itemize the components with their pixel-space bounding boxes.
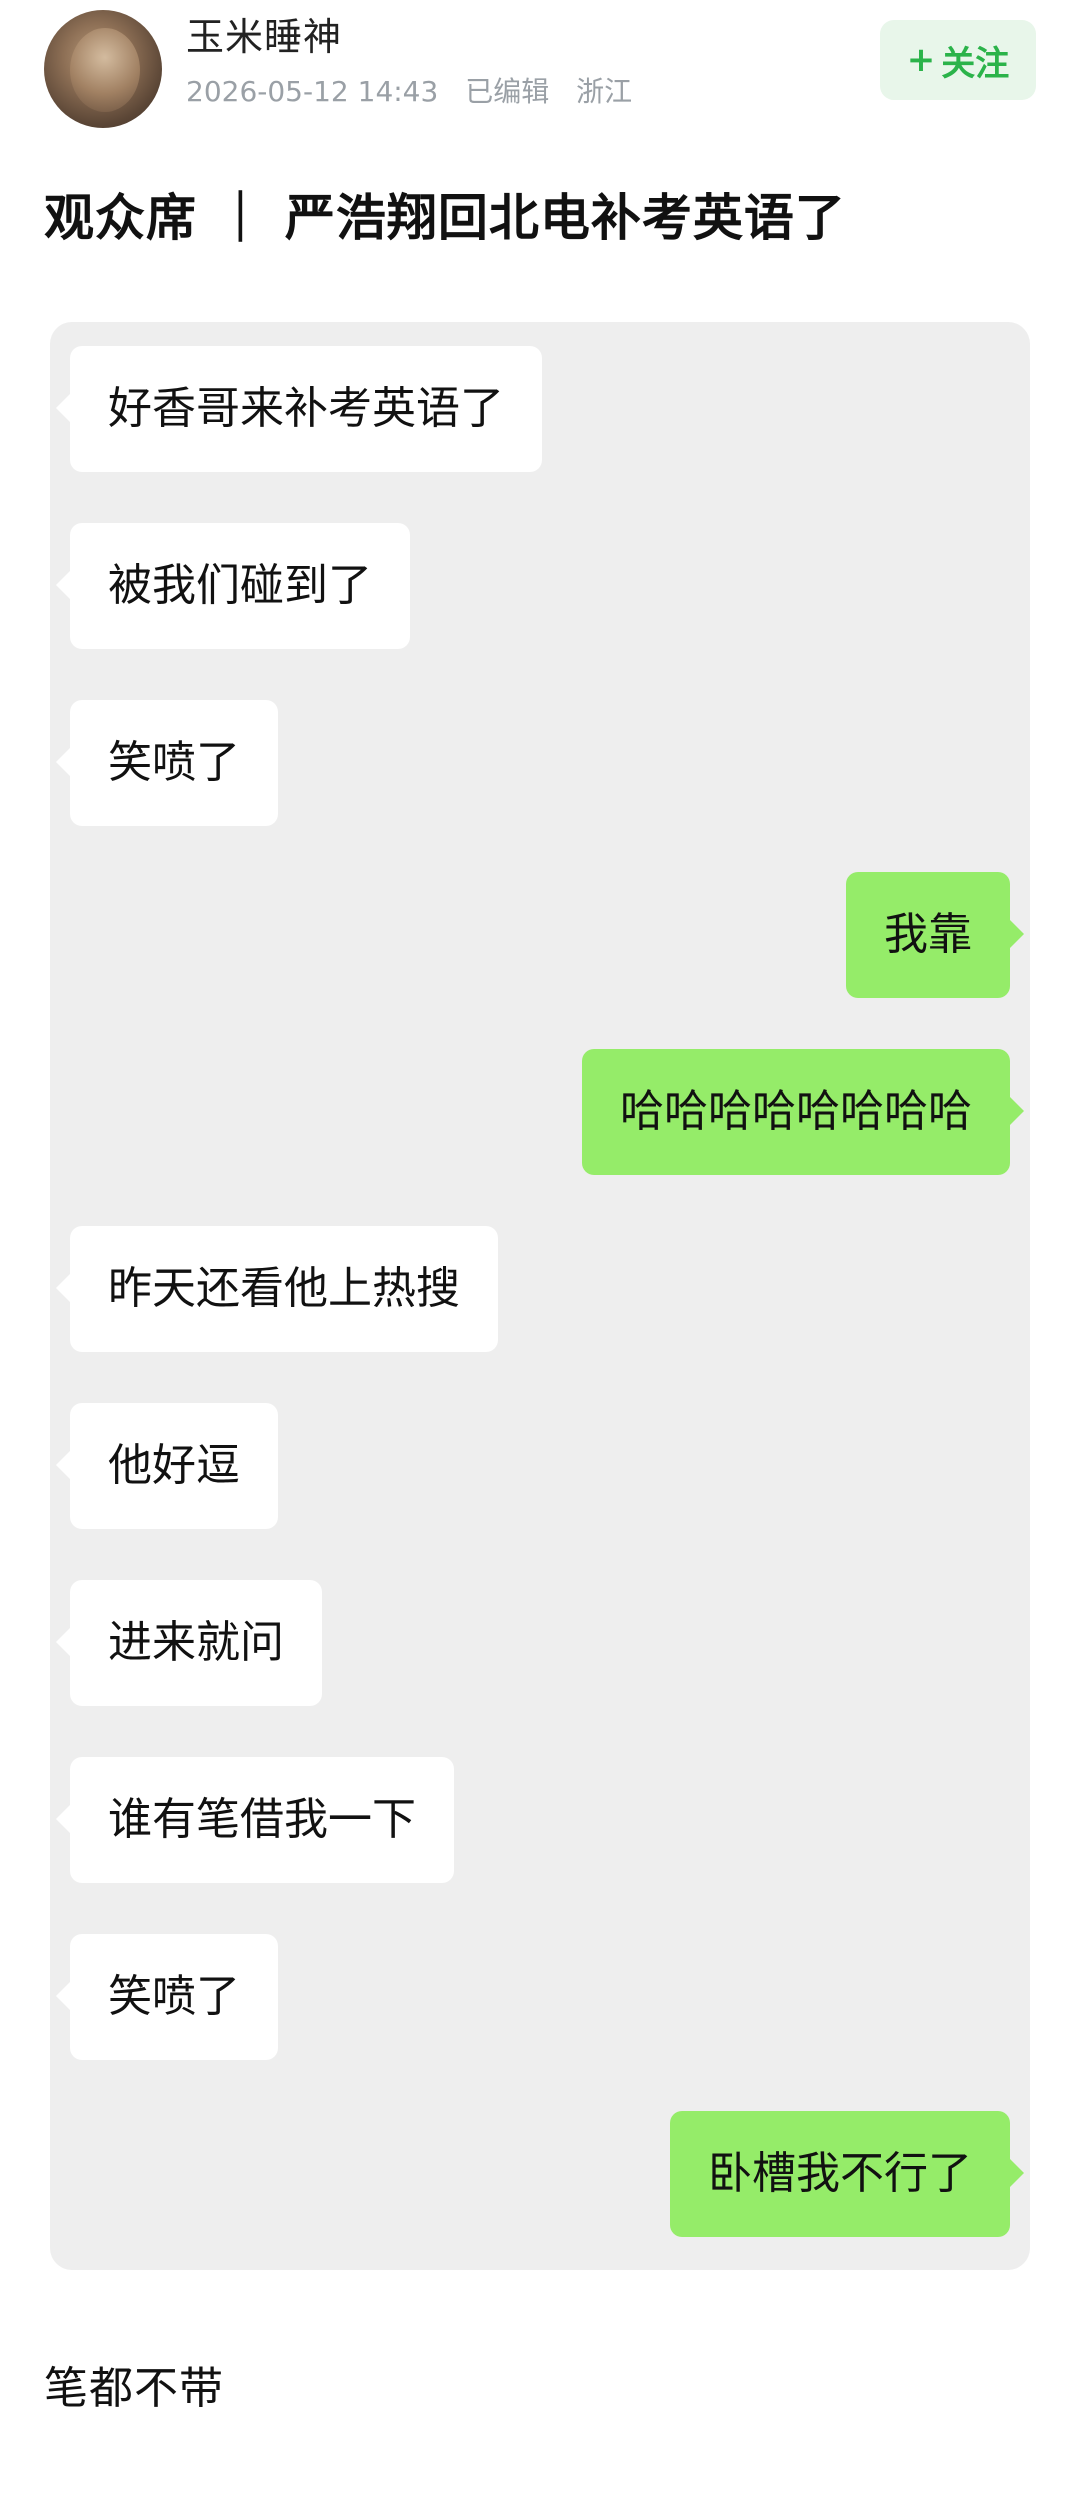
chat-bubble-received: 笑喷了 <box>56 1934 278 2060</box>
post-title: 观众席 ｜ 严浩翔回北电补考英语了 <box>44 189 846 247</box>
chat-bubble-received: 被我们碰到了 <box>56 523 410 649</box>
post-date: 2026-05-12 14:43 <box>186 75 439 108</box>
chat-bubble-received: 谁有笔借我一下 <box>56 1757 454 1883</box>
chat-bubble-received: 他好逗 <box>56 1403 278 1529</box>
chat-bubble-sent: 我靠 <box>846 872 1024 998</box>
avatar[interactable] <box>44 10 162 128</box>
chat-screenshot: 好香哥来补考英语了 被我们碰到了 笑喷了 我靠 哈哈哈哈哈哈哈哈 昨天还看他上热… <box>50 322 1030 2270</box>
avatar-image <box>70 28 140 112</box>
chat-bubble-sent: 哈哈哈哈哈哈哈哈 <box>582 1049 1024 1175</box>
follow-label: 关注 <box>941 43 1010 84</box>
post-meta: 2026-05-12 14:43 已编辑 浙江 <box>186 70 650 110</box>
location-label: 浙江 <box>576 75 633 108</box>
follow-button[interactable]: + 关注 <box>880 20 1036 100</box>
chat-bubble-received: 笑喷了 <box>56 700 278 826</box>
post-header: 玉米睡神 2026-05-12 14:43 已编辑 浙江 + 关注 <box>0 0 1080 130</box>
chat-bubble-received: 进来就问 <box>56 1580 322 1706</box>
chat-bubble-received: 昨天还看他上热搜 <box>56 1226 498 1352</box>
plus-icon: + <box>906 40 936 80</box>
post-caption: 笔都不带 <box>44 2363 224 2414</box>
chat-bubble-sent: 卧槽我不行了 <box>670 2111 1024 2237</box>
chat-bubble-received: 好香哥来补考英语了 <box>56 346 542 472</box>
edited-label: 已编辑 <box>465 75 550 108</box>
author-name[interactable]: 玉米睡神 <box>186 6 342 61</box>
